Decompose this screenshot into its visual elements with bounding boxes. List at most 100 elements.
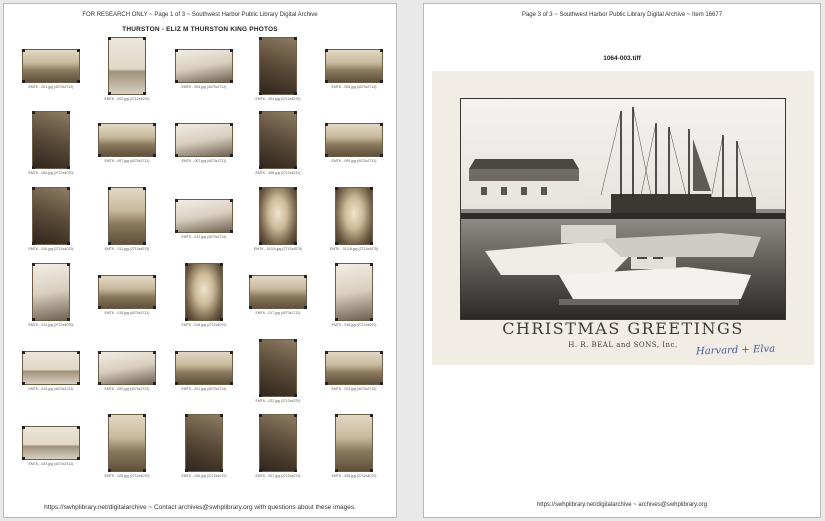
thumbnail-photo (108, 414, 146, 472)
thumbnail-photo (32, 187, 70, 245)
photo-corner-mount (67, 111, 70, 114)
photo-corner-mount (143, 242, 146, 245)
thumbnail-29[interactable]: EMTK - 027.jpg (2712x4070) (256, 414, 300, 478)
photo-corner-mount (153, 306, 156, 309)
thumbnail-25[interactable]: EMTK - 023.jpg (4070x2712) (325, 351, 383, 391)
thumbnail-20[interactable]: EMTK - 018.jpg (2712x4070) (332, 263, 376, 327)
thumbnail-photo (22, 351, 80, 385)
photo-corner-mount (259, 414, 262, 417)
photo-corner-mount (220, 263, 223, 266)
thumbnail-photo (98, 351, 156, 385)
photo-corner-mount (22, 382, 25, 385)
thumbnail-24[interactable]: EMTK - 022.jpg (2712x4070) (256, 339, 300, 403)
photo-corner-mount (325, 123, 328, 126)
photo-corner-mount (98, 154, 101, 157)
thumbnail-caption: EMTK - 015.jpg (4070x2712) (104, 311, 150, 315)
thumbnail-3[interactable]: EMTK - 003.jpg (4070x2712) (175, 49, 233, 89)
photo-corner-mount (22, 351, 25, 354)
photo-corner-mount (143, 187, 146, 190)
photo-corner-mount (175, 123, 178, 126)
thumbnail-photo (175, 199, 233, 233)
thumbnail-22[interactable]: EMTK - 020.jpg (4070x2712) (98, 351, 156, 391)
thumbnail-photo (32, 263, 70, 321)
thumbnail-15[interactable]: EMTK - 013 B.jpg (2712x4070) (330, 187, 378, 251)
thumbnail-6[interactable]: EMTK - 006.jpg (2712x4070) (29, 111, 73, 175)
thumbnail-21[interactable]: EMTK - 019.jpg (4070x2712) (22, 351, 80, 391)
photo-corner-mount (175, 49, 178, 52)
photo-corner-mount (230, 154, 233, 157)
thumbnail-18[interactable]: EMTK - 016.jpg (2712x4070) (182, 263, 226, 327)
photo-corner-mount (249, 275, 252, 278)
thumbnail-caption: EMTK - 001.jpg (4070x2712) (28, 85, 74, 89)
thumbnail-7[interactable]: EMTK - 007.jpg (4070x2712) (98, 123, 156, 163)
thumbnail-17[interactable]: EMTK - 015.jpg (4070x2712) (98, 275, 156, 315)
thumbnail-caption: EMTK - 010.jpg (2712x4070) (28, 247, 74, 251)
thumbnail-caption: EMTK - 007.jpg (4070x2711) (181, 159, 227, 163)
thumbnail-photo (108, 37, 146, 95)
thumbnail-11[interactable]: EMTK - 010.jpg (2712x4070) (29, 187, 73, 251)
thumbnail-1[interactable]: EMTK - 001.jpg (4070x2712) (22, 49, 80, 89)
photo-corner-mount (259, 187, 262, 190)
thumbnail-13[interactable]: EMTK - 012.jpg (4070x2712) (175, 199, 233, 239)
photo-corner-mount (77, 351, 80, 354)
photo-corner-mount (22, 80, 25, 83)
thumbnail-14[interactable]: EMTK - 013 A.jpg (2712x4070) (254, 187, 302, 251)
thumbnail-photo (185, 414, 223, 472)
thumbnail-12[interactable]: EMTK - 011.jpg (2712x4070) (105, 187, 149, 251)
thumbnail-5[interactable]: EMTK - 005.jpg (4070x2712) (325, 49, 383, 89)
thumbnail-9[interactable]: EMTK - 008.jpg (2712x4070) (256, 111, 300, 175)
photo-corner-mount (220, 469, 223, 472)
photo-corner-mount (98, 275, 101, 278)
thumbnail-caption: EMTK - 021.jpg (4070x2712) (181, 387, 227, 391)
thumbnail-photo (325, 351, 383, 385)
photo-corner-mount (259, 37, 262, 40)
photo-corner-mount (335, 263, 338, 266)
thumbnail-photo (259, 111, 297, 169)
thumbnail-photo (259, 339, 297, 397)
thumbnail-4[interactable]: EMTK - 004.jpg (2712x4070) (256, 37, 300, 101)
photo-corner-mount (98, 306, 101, 309)
photo-corner-mount (108, 37, 111, 40)
thumbnail-16[interactable]: EMTK - 014.jpg (2712x4070) (29, 263, 73, 327)
photo-corner-mount (370, 469, 373, 472)
photo-corner-mount (325, 80, 328, 83)
photo-corner-mount (259, 92, 262, 95)
photo-corner-mount (220, 318, 223, 321)
photo-corner-mount (335, 242, 338, 245)
card-greeting: CHRISTMAS GREETINGS (502, 319, 744, 338)
photo-corner-mount (108, 187, 111, 190)
page-header: Page 3 of 3 ~ Southwest Harbor Public Li… (521, 12, 723, 18)
thumbnail-10[interactable]: EMTK - 009.jpg (4070x2712) (325, 123, 383, 163)
thumbnail-26[interactable]: EMTK - 024.jpg (4070x2712) (22, 426, 80, 466)
thumbnail-19[interactable]: EMTK - 017.jpg (4070x2712) (249, 275, 307, 315)
photo-corner-mount (22, 426, 25, 429)
thumbnail-28[interactable]: EMTK - 026.jpg (2712x4070) (182, 414, 226, 478)
photo-corner-mount (32, 166, 35, 169)
photo-corner-mount (294, 92, 297, 95)
thumbnail-caption: EMTK - 019.jpg (4070x2712) (28, 387, 74, 391)
photo-corner-mount (98, 382, 101, 385)
photo-corner-mount (259, 111, 262, 114)
thumbnail-caption: EMTK - 027.jpg (2712x4070) (255, 474, 301, 478)
photo-corner-mount (380, 80, 383, 83)
thumbnail-caption: EMTK - 016.jpg (2712x4070) (181, 323, 227, 327)
photo-corner-mount (335, 187, 338, 190)
photo-corner-mount (67, 187, 70, 190)
photo-corner-mount (259, 242, 262, 245)
thumbnail-23[interactable]: EMTK - 021.jpg (4070x2712) (175, 351, 233, 391)
photo-corner-mount (108, 414, 111, 417)
photo-corner-mount (67, 242, 70, 245)
thumbnail-27[interactable]: EMTK - 025.jpg (2712x4070) (105, 414, 149, 478)
photo-corner-mount (175, 80, 178, 83)
thumbnail-30[interactable]: EMTK - 028.jpg (2712x4070) (332, 414, 376, 478)
thumbnail-8[interactable]: EMTK - 007.jpg (4070x2711) (175, 123, 233, 163)
thumbnail-photo (32, 111, 70, 169)
thumbnail-2[interactable]: EMTK - 002.jpg (2712x4070) (105, 37, 149, 101)
photo-corner-mount (175, 230, 178, 233)
photo-corner-mount (108, 242, 111, 245)
photo-corner-mount (335, 469, 338, 472)
photo-corner-mount (325, 382, 328, 385)
thumbnail-photo (175, 351, 233, 385)
photo-corner-mount (98, 351, 101, 354)
thumbnail-caption: EMTK - 006.jpg (2712x4070) (28, 171, 74, 175)
